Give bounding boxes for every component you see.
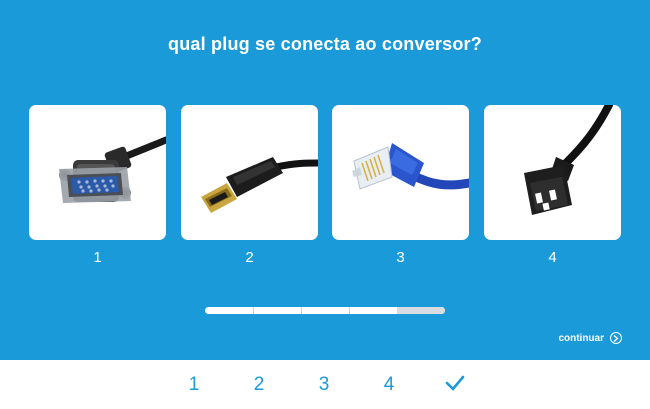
option-card-1[interactable]	[29, 105, 166, 240]
footer-answer-1[interactable]: 1	[179, 374, 209, 396]
progress-segment-divider	[253, 307, 254, 314]
continue-button[interactable]: continuar	[558, 330, 622, 346]
option-number-1: 1	[93, 249, 102, 266]
chevron-right-circle-icon	[610, 332, 622, 344]
option-number-2: 2	[245, 249, 254, 266]
question-title: qual plug se conecta ao conversor?	[168, 34, 482, 54]
footer-answer-4[interactable]: 4	[374, 374, 404, 396]
option-number-4: 4	[548, 249, 557, 266]
footer-answer-3[interactable]: 3	[309, 374, 339, 396]
option-card-3[interactable]	[332, 105, 469, 240]
rj45-plug-image	[352, 143, 469, 190]
option-number-3: 3	[396, 249, 405, 266]
progress-bar	[205, 307, 445, 314]
option-card-2[interactable]	[181, 105, 318, 240]
continue-label: continuar	[558, 332, 604, 344]
progress-segment-divider	[349, 307, 350, 314]
power-plug-image	[524, 105, 613, 215]
vga-plug-image	[59, 136, 166, 203]
quiz-stage: qual plug se conecta ao conversor? 1 2 3…	[0, 0, 650, 360]
hdmi-plug-image	[201, 157, 318, 213]
footer-answer-2[interactable]: 2	[244, 374, 274, 396]
option-card-4[interactable]	[484, 105, 621, 240]
progress-segment-divider	[301, 307, 302, 314]
progress-remaining	[397, 307, 445, 314]
checkmark-icon[interactable]	[440, 373, 470, 399]
answer-footer: 1 2 3 4	[0, 360, 650, 409]
